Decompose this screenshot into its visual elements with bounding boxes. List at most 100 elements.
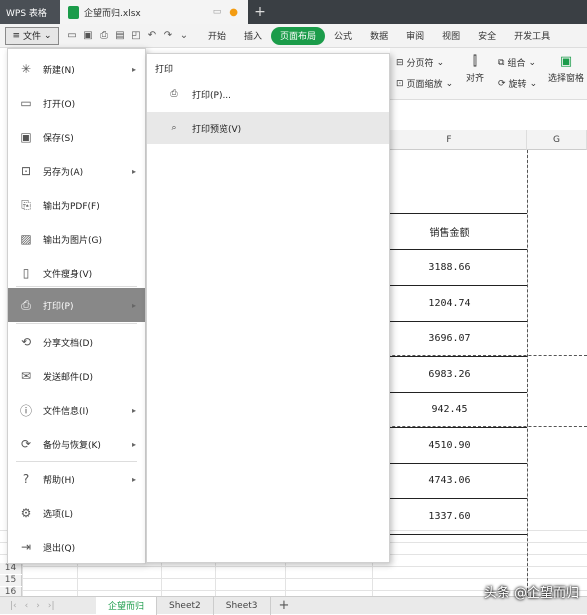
document-name: 企望而归.xlsx (84, 8, 141, 19)
file-menu-item-7[interactable]: ⎙ 打印(P) ▸ (8, 288, 145, 322)
more-icon[interactable]: ⌄ (177, 29, 191, 43)
preview-icon[interactable]: ◰ (129, 29, 143, 43)
sheet-tab-1[interactable]: Sheet2 (157, 596, 214, 615)
image-export-icon: ▨ (20, 232, 32, 246)
file-menu-button[interactable]: ≡ 文件 ⌄ (5, 26, 59, 45)
next-sheet-icon[interactable]: › (36, 601, 40, 611)
sales-amount-cell[interactable]: 3188.66 (372, 249, 527, 285)
file-menu-label: 输出为PDF(F) (43, 201, 100, 212)
app-label: WPS 表格 (6, 8, 47, 19)
print-icon[interactable]: ⎙ (97, 29, 111, 43)
new-file-icon: ✳ (20, 62, 32, 76)
ribbon-tab-5[interactable]: 审阅 (397, 27, 433, 45)
file-menu-item-9[interactable]: ✉ 发送邮件(D) (8, 360, 145, 392)
file-menu-item-11[interactable]: ⟳ 备份与恢复(K) ▸ (8, 428, 145, 460)
sheet-tab-2[interactable]: Sheet3 (214, 596, 271, 615)
sheet-tab-0[interactable]: 企望而归 (96, 596, 158, 615)
redo-icon[interactable]: ↷ (161, 29, 175, 43)
file-menu-label: 分享文档(D) (43, 338, 93, 349)
ribbon-bar: ≡ 文件 ⌄ ▭ ▣ ⎙ ▤ ◰ ↶ ↷ ⌄ 开始 插入 页面布局 公式 数据 审阅 视图安… (0, 24, 587, 48)
help-icon: ? (22, 472, 30, 486)
save-as-icon: ⊡ (20, 164, 32, 178)
row-number[interactable]: 15 (0, 575, 22, 586)
sales-amount-cell[interactable]: 1337.60 (372, 498, 527, 534)
submenu-arrow-icon: ▸ (131, 439, 136, 449)
page-break-line (527, 150, 528, 596)
row-number[interactable]: 14 (0, 563, 22, 574)
file-menu-label: 备份与恢复(K) (43, 440, 101, 451)
ribbon-tab-8[interactable]: 开发工具 (505, 27, 559, 45)
page-break-line (372, 355, 587, 356)
page-break-icon: ⊟ (396, 57, 404, 68)
file-menu-label: 退出(Q) (43, 543, 76, 554)
app-tab[interactable]: WPS 表格 (0, 0, 60, 24)
column-header-g[interactable]: G (527, 130, 587, 150)
rotate-button[interactable]: ⟳ 旋转 ⌄ (498, 77, 537, 91)
print-submenu-item-0[interactable]: ⎙ 打印(P)... (147, 78, 389, 110)
prev-sheet-icon[interactable]: ‹ (25, 601, 29, 611)
export-icon[interactable]: ▤ (113, 29, 127, 43)
slim-file-icon: ▯ (22, 266, 30, 280)
page-zoom-button[interactable]: ⊡ 页面缩放 ⌄ (396, 77, 453, 91)
table-border (372, 534, 527, 535)
ribbon-tab-2[interactable]: 页面布局 (271, 26, 326, 45)
file-menu-item-0[interactable]: ✳ 新建(N) ▸ (8, 53, 145, 85)
page-break-button[interactable]: ⊟ 分页符 ⌄ (396, 56, 444, 70)
file-menu-item-8[interactable]: ⟲ 分享文档(D) (8, 326, 145, 358)
file-menu-item-14[interactable]: ⇥ 退出(Q) (8, 531, 145, 563)
file-menu-item-13[interactable]: ⚙ 选项(L) (8, 497, 145, 529)
folder-open-icon: ▭ (20, 96, 32, 110)
group-button[interactable]: ⧉ 组合 ⌄ (498, 56, 536, 70)
add-sheet-button[interactable]: + (271, 598, 298, 613)
file-menu-label: 保存(S) (43, 133, 74, 144)
selection-pane-button[interactable]: ▣ 选择窗格 (548, 54, 584, 84)
document-tab[interactable]: 企望而归.xlsx ▭ ● (60, 0, 248, 24)
sales-amount-header[interactable]: 销售金额 (372, 213, 527, 249)
file-menu-label: 打印(P) (43, 301, 74, 312)
file-menu-item-10[interactable]: ⓘ 文件信息(I) ▸ (8, 394, 145, 426)
file-menu-item-3[interactable]: ⊡ 另存为(A) ▸ (8, 155, 145, 187)
file-menu-item-2[interactable]: ▣ 保存(S) (8, 121, 145, 153)
first-sheet-icon[interactable]: |‹ (10, 601, 17, 611)
rotate-icon: ⟳ (498, 78, 506, 89)
file-menu-item-4[interactable]: ⎘ 输出为PDF(F) (8, 189, 145, 221)
file-menu-label: 文件信息(I) (43, 406, 89, 417)
table-border (372, 213, 527, 214)
ribbon-tab-1[interactable]: 插入 (235, 27, 271, 45)
monitor-icon[interactable]: ▭ (213, 7, 222, 18)
sales-amount-cell[interactable]: 4743.06 (372, 462, 527, 498)
file-menu-item-1[interactable]: ▭ 打开(O) (8, 87, 145, 119)
ribbon-tab-7[interactable]: 安全 (469, 27, 505, 45)
ribbon-tab-0[interactable]: 开始 (199, 27, 235, 45)
file-menu-label: 文件 (22, 32, 41, 42)
new-tab-button[interactable]: + (250, 0, 270, 24)
hamburger-icon: ≡ (12, 30, 20, 41)
sheet-nav: |‹ ‹ › ›| (0, 601, 96, 611)
sales-amount-cell[interactable]: 942.45 (372, 391, 527, 427)
sales-amount-cell[interactable]: 4510.90 (372, 427, 527, 463)
sales-amount-cell[interactable]: 1204.74 (372, 285, 527, 321)
print-submenu-item-1[interactable]: ⌕ 打印预览(V) (147, 112, 389, 144)
save-icon[interactable]: ▣ (81, 29, 95, 43)
file-menu-item-12[interactable]: ? 帮助(H) ▸ (8, 463, 145, 495)
pdf-export-icon: ⎘ (21, 197, 31, 212)
watermark: 头条 @企望而归 (483, 586, 579, 601)
ribbon-tab-3[interactable]: 公式 (325, 27, 361, 45)
share-icon: ⟲ (20, 335, 32, 349)
submenu-arrow-icon: ▸ (131, 300, 136, 310)
sales-amount-cell[interactable]: 3696.07 (372, 320, 527, 356)
undo-icon[interactable]: ↶ (145, 29, 159, 43)
last-sheet-icon[interactable]: ›| (48, 601, 55, 611)
unsaved-dot-icon: ● (229, 6, 238, 18)
ribbon-tab-6[interactable]: 视图 (433, 27, 469, 45)
align-button[interactable]: ⫿ 对齐 (466, 54, 484, 84)
menu-separator (16, 286, 137, 287)
column-header-f[interactable]: F (372, 130, 527, 150)
ribbon-tab-4[interactable]: 数据 (361, 27, 397, 45)
sales-amount-cell[interactable]: 6983.26 (372, 356, 527, 392)
file-menu-dropdown: ✳ 新建(N) ▸ ▭ 打开(O) ▣ 保存(S) ⊡ 另存为(A) ▸ ⎘ 输出为PDF(F) ▨ 输出… (7, 48, 146, 564)
file-menu-item-5[interactable]: ▨ 输出为图片(G) (8, 223, 145, 255)
menu-separator (16, 323, 137, 324)
open-folder-icon[interactable]: ▭ (65, 29, 79, 43)
file-menu-item-6[interactable]: ▯ 文件瘦身(V) (8, 257, 145, 289)
